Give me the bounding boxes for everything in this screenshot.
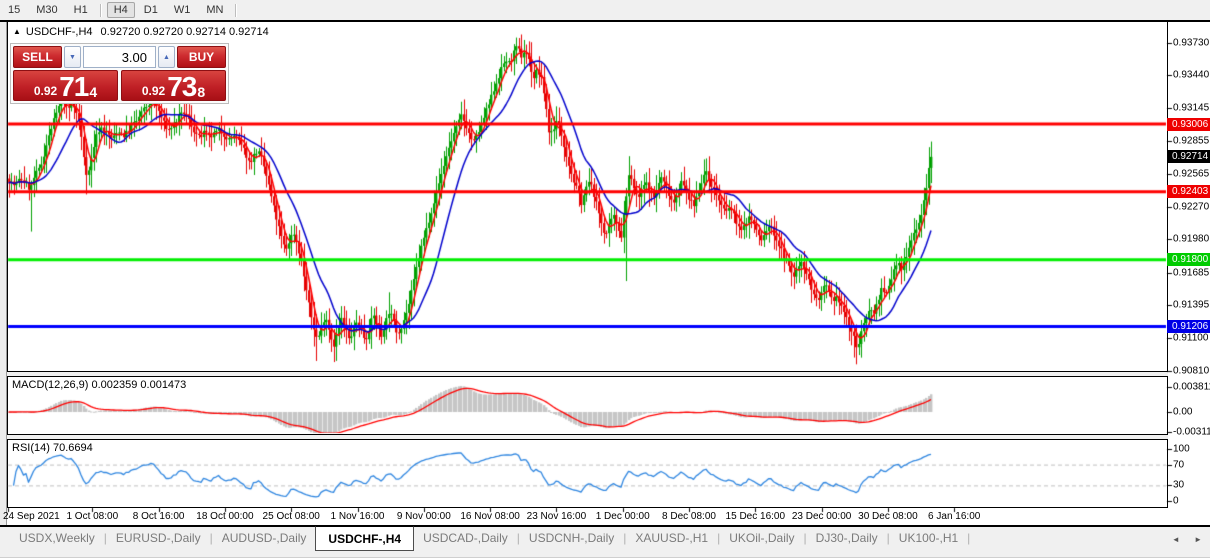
price-badge: 0.93006 <box>1167 118 1210 131</box>
price-tick-label: 0.90810 <box>1173 366 1209 377</box>
sell-price-pips: 71 <box>59 74 88 99</box>
price-tick-label: 0.93145 <box>1173 103 1209 114</box>
tab-usdcad[interactable]: USDCAD-,Daily <box>414 527 517 548</box>
chart-title: ▲ USDCHF-,H4 0.92720 0.92720 0.92714 0.927… <box>13 26 269 38</box>
volume-up-button[interactable]: ▲ <box>158 46 175 68</box>
volume-down-button[interactable]: ▼ <box>64 46 81 68</box>
price-tick-label: 0.91100 <box>1173 333 1208 344</box>
tab-usdchf[interactable]: USDCHF-,H4 <box>315 526 414 551</box>
macd-axis-label: 0.003811 <box>1173 382 1210 393</box>
chart-tab-bar: USDX,Weekly|EURUSD-,Daily|AUDUSD-,DailyU… <box>0 527 1210 558</box>
chart-symbol: USDCHF-,H4 <box>26 26 93 38</box>
timeframe-button-m30[interactable]: M30 <box>29 2 64 18</box>
time-axis-label: 6 Jan 16:00 <box>928 511 980 522</box>
time-axis-label: 8 Oct 16:00 <box>133 511 185 522</box>
timeframe-toolbar: 15M30H1 H4D1W1MN <box>0 0 1210 20</box>
price-tick-label: 0.92565 <box>1173 168 1209 179</box>
buy-price-point: 8 <box>197 85 205 99</box>
collapse-trade-panel-icon[interactable]: ▲ <box>13 27 21 36</box>
toolbar-divider <box>100 4 102 17</box>
price-badge: 0.92403 <box>1167 185 1210 198</box>
tab-scroll-right-icon[interactable]: ► <box>1194 535 1202 544</box>
macd-axis-label: 0.00 <box>1173 407 1192 418</box>
time-axis-label: 8 Dec 08:00 <box>662 511 716 522</box>
timeframe-button-h1[interactable]: H1 <box>67 2 95 18</box>
price-tick-label: 0.93440 <box>1173 70 1209 81</box>
time-axis-label: 16 Nov 08:00 <box>460 511 520 522</box>
price-tick-label: 0.91980 <box>1173 234 1209 245</box>
sell-price-button[interactable]: 0.92 71 4 <box>13 70 118 101</box>
mt4-window: 15M30H1 H4D1W1MN ▲ USDCHF-,H4 0.92720 0.927… <box>0 0 1210 558</box>
price-tick-label: 0.92855 <box>1173 135 1209 146</box>
price-tick-label: 0.92270 <box>1173 201 1209 212</box>
tab-ukoil[interactable]: UKOil-,Daily <box>720 527 803 548</box>
one-click-trading-panel: SELL ▼ ▲ BUY 0.92 71 4 0.92 73 8 <box>10 43 229 104</box>
sell-price-point: 4 <box>89 85 97 99</box>
tab-usdx[interactable]: USDX,Weekly <box>10 527 104 548</box>
rsi-axis-label: 100 <box>1173 444 1190 455</box>
macd-axis-label: -0.003115 <box>1173 427 1210 438</box>
tab-scroll-arrows: ◄ ► <box>1160 535 1202 544</box>
price-badge: 0.91800 <box>1167 253 1210 266</box>
rsi-axis-label: 30 <box>1173 480 1184 491</box>
time-axis-label: 23 Dec 00:00 <box>792 511 852 522</box>
macd-label: MACD(12,26,9) 0.002359 0.001473 <box>12 379 186 391</box>
sell-price-base: 0.92 <box>34 83 57 99</box>
tab-audusd[interactable]: AUDUSD-,Daily <box>213 527 316 548</box>
time-axis-label: 25 Oct 08:00 <box>263 511 320 522</box>
timeframe-button-15[interactable]: 15 <box>1 2 27 18</box>
buy-price-pips: 73 <box>167 74 196 99</box>
time-axis-label: 1 Dec 00:00 <box>596 511 650 522</box>
rsi-axis-label: 70 <box>1173 459 1184 470</box>
tab-dj30[interactable]: DJ30-,Daily <box>807 527 887 548</box>
price-tick-label: 0.93730 <box>1173 37 1209 48</box>
buy-price-base: 0.92 <box>142 83 165 99</box>
rsi-label: RSI(14) 70.6694 <box>12 442 93 454</box>
buy-price-button[interactable]: 0.92 73 8 <box>121 70 226 101</box>
tab-separator: | <box>967 527 970 545</box>
time-axis-label: 18 Oct 00:00 <box>196 511 253 522</box>
tab-eurusd[interactable]: EURUSD-,Daily <box>107 527 210 548</box>
tab-scroll-left-icon[interactable]: ◄ <box>1172 535 1180 544</box>
time-axis-label: 15 Dec 16:00 <box>726 511 786 522</box>
toolbar-divider <box>235 4 237 17</box>
price-badge: 0.92714 <box>1167 150 1210 163</box>
tab-usdcnh[interactable]: USDCNH-,Daily <box>520 527 623 548</box>
rsi-axis-label: 0 <box>1173 496 1179 507</box>
sell-button[interactable]: SELL <box>13 46 62 68</box>
time-axis-label: 9 Nov 00:00 <box>397 511 451 522</box>
timeframe-button-mn[interactable]: MN <box>199 2 230 18</box>
time-axis-label: 30 Dec 08:00 <box>858 511 918 522</box>
price-tick-label: 0.91395 <box>1173 300 1209 311</box>
volume-input[interactable] <box>83 46 156 68</box>
timeframe-button-h4[interactable]: H4 <box>107 2 135 18</box>
tab-uk100[interactable]: UK100-,H1 <box>890 527 967 548</box>
price-tick-label: 0.91685 <box>1173 267 1209 278</box>
timeframe-button-d1[interactable]: D1 <box>137 2 165 18</box>
buy-button[interactable]: BUY <box>177 46 226 68</box>
price-badge: 0.91206 <box>1167 320 1210 333</box>
time-axis-label: 23 Nov 16:00 <box>527 511 587 522</box>
tab-xauusd[interactable]: XAUUSD-,H1 <box>626 527 717 548</box>
chart-ohlc: 0.92720 0.92720 0.92714 0.92714 <box>101 26 269 38</box>
time-axis-label: 24 Sep 2021 <box>3 511 60 522</box>
timeframe-button-w1[interactable]: W1 <box>167 2 198 18</box>
time-axis-label: 1 Oct 08:00 <box>66 511 118 522</box>
time-axis-label: 1 Nov 16:00 <box>331 511 385 522</box>
